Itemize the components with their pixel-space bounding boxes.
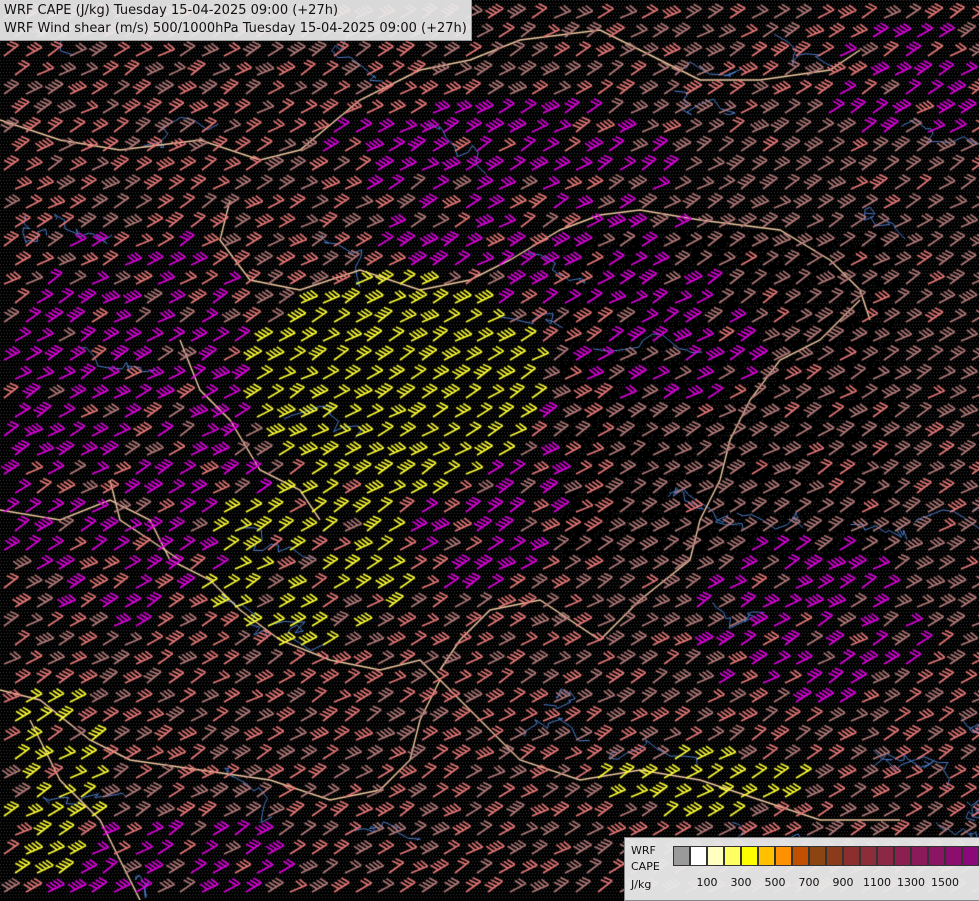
cape-title: WRF CAPE (J/kg) Tuesday 15-04-2025 09:00… (4, 3, 339, 18)
legend-swatch (945, 846, 962, 866)
legend-swatch (928, 846, 945, 866)
legend-swatch (758, 846, 775, 866)
legend-swatch (690, 846, 707, 866)
legend-swatch (775, 846, 792, 866)
wind-shear-title: WRF Wind shear (m/s) 500/1000hPa Tuesday… (4, 21, 467, 36)
legend-swatch (843, 846, 860, 866)
legend-tick-label: 1300 (897, 876, 925, 889)
legend-tick-label: 500 (764, 876, 786, 889)
legend-swatch (724, 846, 741, 866)
legend-variable-label: CAPE (631, 860, 660, 873)
legend-swatch (792, 846, 809, 866)
legend-swatch (894, 846, 911, 866)
legend-swatch (809, 846, 826, 866)
legend-swatch (826, 846, 843, 866)
legend-swatch (911, 846, 928, 866)
legend-tick-label: 300 (730, 876, 752, 889)
legend-tick-label: 1100 (863, 876, 891, 889)
map-title: WRF CAPE (J/kg) Tuesday 15-04-2025 09:00… (0, 0, 472, 41)
legend-swatch (707, 846, 724, 866)
legend-swatch (741, 846, 758, 866)
legend-tick-label: 700 (798, 876, 820, 889)
legend-swatch (877, 846, 894, 866)
cape-wind-shear-map (0, 0, 979, 900)
legend-swatch (962, 846, 979, 866)
legend-tick-label: 900 (832, 876, 854, 889)
legend-tick-label: 1500 (931, 876, 959, 889)
legend-unit-label: J/kg (631, 878, 652, 891)
legend-swatch (673, 846, 690, 866)
legend-swatch (860, 846, 877, 866)
cape-legend: WRF CAPE J/kg 100 300 500 700 900 1100 1300 150… (624, 837, 979, 901)
legend-model-label: WRF (631, 844, 656, 857)
legend-tick-label: 100 (696, 876, 718, 889)
